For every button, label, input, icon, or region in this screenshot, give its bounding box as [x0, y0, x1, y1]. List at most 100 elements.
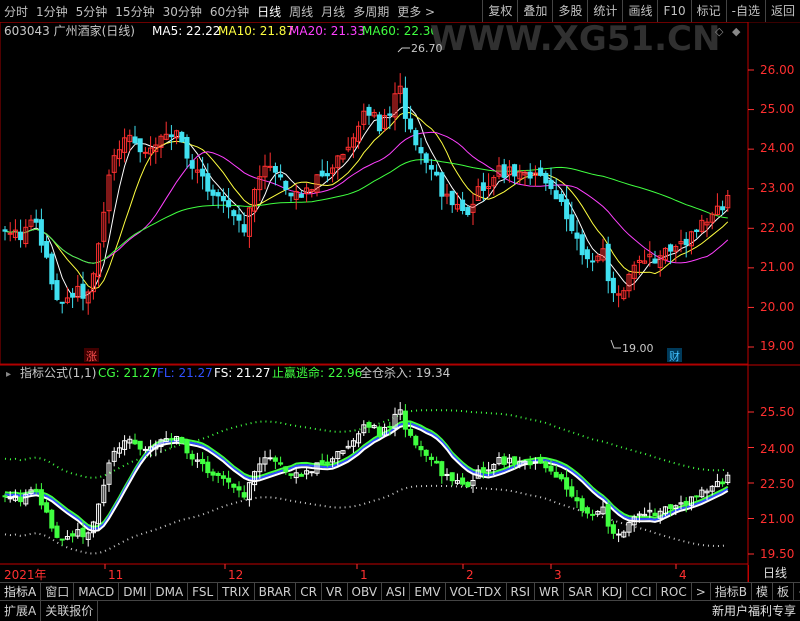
y-tick: 20.00	[760, 300, 794, 314]
ind-candle-body	[210, 471, 216, 476]
candle-body	[553, 190, 559, 200]
tool-draw-line[interactable]: 画线	[622, 0, 657, 22]
ind-candle-body	[288, 473, 294, 476]
tool-restore-rights[interactable]: 复权	[482, 0, 517, 22]
candle-body	[423, 153, 429, 163]
ma20-label: MA20: 21.33	[289, 24, 365, 38]
ind-y-tick: 22.50	[760, 477, 794, 491]
tab-sar[interactable]: SAR	[564, 583, 598, 601]
low-pointer	[610, 339, 621, 349]
period-monthly[interactable]: 月线	[317, 3, 349, 20]
settings-icon[interactable]: ◆	[732, 25, 741, 38]
tool-back[interactable]: 返回	[764, 0, 800, 22]
ind-candle-body	[283, 466, 289, 473]
chart-canvas[interactable]: 603043 广州酒家(日线) MA5: 22.22 MA10: 21.87 M…	[0, 22, 800, 587]
ind-candle-body	[272, 457, 278, 462]
candle-body	[33, 218, 39, 223]
ind-candle-body	[418, 446, 424, 451]
tab-emv[interactable]: EMV	[410, 583, 446, 601]
tab-more[interactable]: >	[692, 583, 711, 601]
tab-template-ban[interactable]: 板	[773, 583, 795, 601]
ind-candle-body	[324, 461, 330, 464]
tab-macd[interactable]: MACD	[74, 583, 120, 601]
tool-overlay[interactable]: 叠加	[517, 0, 552, 22]
tab-obv[interactable]: OBV	[348, 583, 383, 601]
stop-profit-label: 止赢逃命: 22.96	[272, 365, 362, 380]
period-5min[interactable]: 5分钟	[72, 3, 112, 20]
period-60min[interactable]: 60分钟	[206, 3, 253, 20]
ma5-label: MA5: 22.22	[152, 24, 220, 38]
ind-candle-body	[579, 498, 585, 512]
tab-dmi[interactable]: DMI	[119, 583, 152, 601]
candle-body	[319, 170, 325, 177]
cg-label: CG: 21.27	[98, 366, 158, 380]
ind-candle-body	[449, 472, 455, 482]
tab-roc[interactable]: ROC	[657, 583, 692, 601]
ind-candle-body	[584, 507, 590, 514]
tool-remove-watchlist[interactable]: -自选	[725, 0, 765, 22]
candle-body	[574, 232, 580, 239]
ind-candle-body	[7, 497, 13, 500]
period-more[interactable]: 更多 >	[393, 3, 439, 20]
period-multi[interactable]: 多周期	[349, 3, 393, 20]
ind-candle-body	[319, 460, 325, 464]
period-daily[interactable]: 日线	[253, 3, 285, 20]
tab-trix[interactable]: TRIX	[218, 583, 255, 601]
candle-body	[18, 231, 24, 241]
y-tick: 21.00	[760, 260, 794, 274]
candle-body	[184, 136, 190, 159]
stock-title: 603043 广州酒家(日线)	[4, 23, 135, 38]
ind-candle-body	[200, 458, 206, 465]
candle-body	[480, 182, 486, 191]
ind-candle-body	[590, 513, 596, 516]
candle-body	[683, 238, 689, 246]
tab-brar[interactable]: BRAR	[255, 583, 297, 601]
candle-body	[387, 113, 393, 116]
tab-cr[interactable]: CR	[296, 583, 322, 601]
y-tick: 22.00	[760, 221, 794, 235]
tab-vr[interactable]: VR	[322, 583, 348, 601]
tool-statistics[interactable]: 统计	[587, 0, 622, 22]
period-intraday[interactable]: 分时	[0, 3, 32, 20]
promo-link[interactable]: 新用户福利专享	[712, 601, 796, 621]
ind-candle-body	[439, 461, 445, 477]
candle-body	[241, 224, 247, 233]
tab-template-mo[interactable]: 模	[752, 583, 774, 601]
tab-asi[interactable]: ASI	[382, 583, 411, 601]
tab-wr[interactable]: WR	[535, 583, 565, 601]
period-15min[interactable]: 15分钟	[111, 3, 158, 20]
expand-icon[interactable]: ▸	[6, 369, 11, 380]
period-1min[interactable]: 1分钟	[32, 3, 72, 20]
fl-label: FL: 21.27	[157, 366, 213, 380]
candle-body	[2, 229, 8, 232]
tab-dma[interactable]: DMA	[151, 583, 189, 601]
expand-a-button[interactable]: 扩展A	[0, 601, 42, 621]
candle-body	[376, 114, 382, 132]
period-weekly[interactable]: 周线	[285, 3, 317, 20]
tab-rsi[interactable]: RSI	[507, 583, 536, 601]
candle-body	[548, 179, 554, 189]
diamond-icon[interactable]: ◇	[715, 25, 724, 38]
tab-fsl[interactable]: FSL	[188, 583, 219, 601]
tool-multi-stock[interactable]: 多股	[552, 0, 587, 22]
y-tick: 19.00	[760, 339, 794, 353]
stock-chart-app: 分时 1分钟 5分钟 15分钟 30分钟 60分钟 日线 周线 月线 多周期 更…	[0, 0, 800, 621]
tab-window[interactable]: 窗口	[41, 583, 75, 601]
candle-body	[605, 243, 611, 282]
tab-kdj[interactable]: KDJ	[598, 583, 628, 601]
candle-body	[267, 165, 273, 168]
tab-indicator-b[interactable]: 指标B	[711, 583, 753, 601]
tool-f10[interactable]: F10	[657, 0, 690, 22]
tab-vol-tdx[interactable]: VOL-TDX	[446, 583, 507, 601]
candle-body	[402, 87, 408, 119]
tab-cci[interactable]: CCI	[627, 583, 657, 601]
x-label: 3	[554, 568, 562, 582]
period-30min[interactable]: 30分钟	[159, 3, 206, 20]
tab-indicator-a[interactable]: 指标A	[0, 583, 42, 601]
candle-body	[543, 172, 549, 184]
related-quotes-button[interactable]: 关联报价	[41, 601, 99, 621]
ind-candle-body	[137, 440, 143, 450]
tool-mark[interactable]: 标记	[690, 0, 726, 22]
add-pane-button[interactable]: +	[794, 583, 800, 601]
ind-candle-body	[387, 425, 393, 428]
